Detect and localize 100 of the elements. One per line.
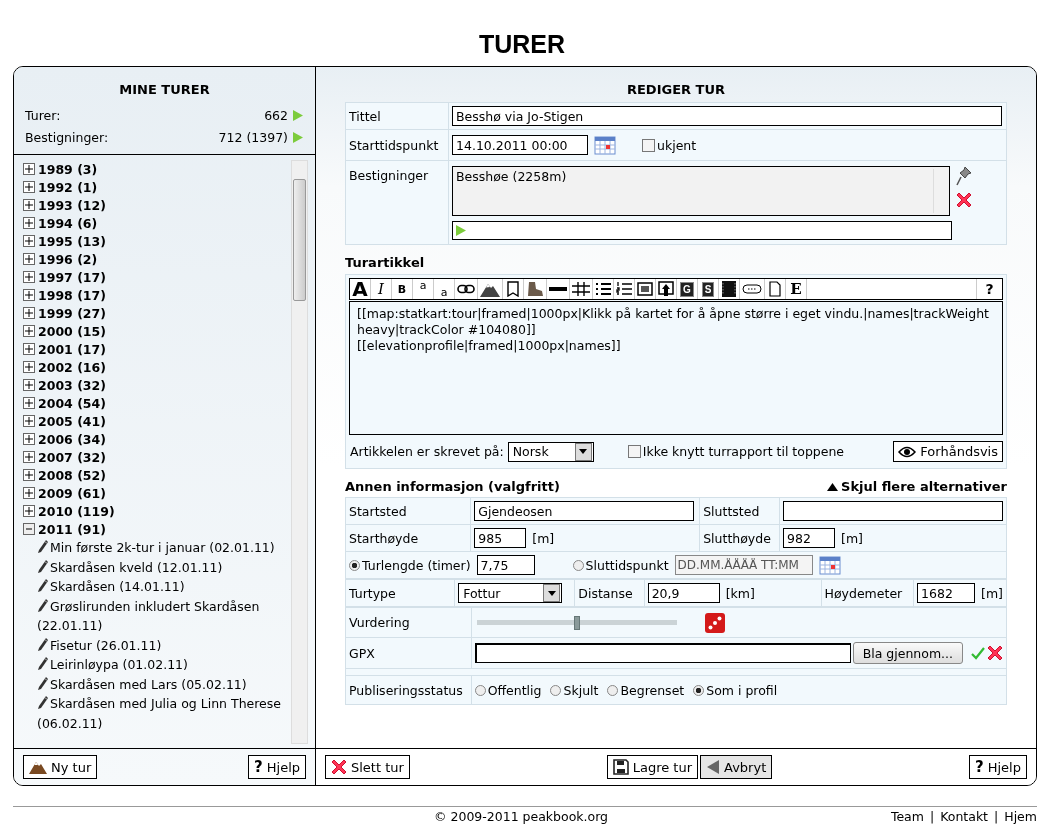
cancel-button[interactable]: Avbryt [700,755,773,779]
help-button[interactable]: ? Hjelp [248,755,306,779]
expand-icon[interactable] [23,271,35,283]
calendar-icon[interactable] [818,555,841,575]
expand-icon[interactable] [23,199,35,211]
tour-link[interactable]: Grøslirunden inkludert Skardåsen (22.01.11) [37,596,291,636]
year-item[interactable]: 2009 (61) [38,485,106,501]
expand-icon[interactable] [23,181,35,193]
year-item[interactable]: 2010 (119) [38,503,115,519]
year-item[interactable]: 2003 (32) [38,377,106,393]
year-item[interactable]: 2007 (32) [38,449,106,465]
year-item[interactable]: 2002 (16) [38,359,106,375]
expand-icon[interactable] [23,343,35,355]
distance-field[interactable]: 20,9 [647,583,720,603]
toolbar-button[interactable]: a [434,279,455,299]
title-field[interactable]: Besshø via Jo-Stigen [452,106,1002,126]
radio-button[interactable] [607,684,619,696]
expand-icon[interactable] [23,235,35,247]
hide-options-link[interactable]: Skjul flere alternativer [827,479,1007,494]
tour-link[interactable]: Leirinløypa (01.02.11) [37,655,291,675]
calendar-icon[interactable] [594,135,616,155]
radio-button[interactable] [572,559,584,571]
year-item[interactable]: 2011 (91) [38,521,106,537]
pin-icon[interactable] [956,165,972,186]
summits-list[interactable]: Besshøe (2258m) [452,165,950,216]
expand-icon[interactable] [23,487,35,499]
tour-link[interactable]: Fisetur (26.01.11) [37,635,291,655]
new-tour-button[interactable]: Ny tur [23,755,98,779]
expand-icon[interactable] [23,163,35,175]
year-item[interactable]: 2004 (54) [38,395,106,411]
delete-tour-button[interactable]: Slett tur [325,755,410,779]
toolbar-button[interactable] [635,279,656,299]
year-item[interactable]: 1995 (13) [38,233,106,249]
tour-link[interactable]: Skardåsen kveld (12.01.11) [37,557,291,577]
expand-icon[interactable] [23,217,35,229]
radio-button[interactable] [349,559,360,571]
toolbar-button[interactable]: B [392,279,413,299]
start-altitude-field[interactable]: 985 [474,528,527,548]
expand-icon[interactable] [23,505,35,517]
year-item[interactable]: 2001 (17) [38,341,106,357]
delete-icon[interactable] [956,191,972,208]
year-item[interactable]: 1994 (6) [38,215,98,231]
tour-link[interactable]: Skardåsen (14.01.11) [37,577,291,597]
scrollbar[interactable] [291,160,308,744]
year-item[interactable]: 2008 (52) [38,467,106,483]
expand-icon[interactable] [23,289,35,301]
end-altitude-field[interactable]: 982 [783,528,835,548]
toolbar-button[interactable] [656,279,677,299]
toolbar-button[interactable] [614,279,635,299]
summit-search-field[interactable] [452,220,952,240]
toolbar-button[interactable] [478,279,503,299]
toolbar-button[interactable]: a [413,279,434,299]
tour-link[interactable]: Min første 2k-tur i januar (02.01.11) [37,538,291,558]
summit-item[interactable]: Besshøe (2258m) [456,168,567,213]
year-item[interactable]: 1989 (3) [38,161,98,177]
year-item[interactable]: 1997 (17) [38,269,106,285]
checkbox[interactable] [627,445,641,458]
expand-icon[interactable] [23,415,35,427]
check-icon[interactable] [971,646,985,660]
preview-button[interactable]: Forhåndsvis [893,441,1003,462]
radio-button[interactable] [550,684,562,696]
toolbar-button[interactable]: ? [976,279,1002,299]
toolbar-button[interactable] [740,279,765,299]
delete-icon[interactable] [987,645,1003,661]
help-button[interactable]: ? Hjelp [969,755,1027,779]
language-select[interactable]: Norsk [507,441,594,462]
year-item[interactable]: 1999 (27) [38,305,106,321]
save-tour-button[interactable]: Lagre tur [606,755,698,779]
year-item[interactable]: 2005 (41) [38,413,106,429]
ascent-field[interactable]: 1682 [917,583,976,603]
year-item[interactable]: 1993 (12) [38,197,106,213]
expand-icon[interactable] [23,361,35,373]
tour-link[interactable]: Skardåsen med Julia og Linn Therese (06.02.11) [37,694,291,733]
toolbar-button[interactable] [593,279,614,299]
collapse-icon[interactable] [23,523,35,535]
expand-icon[interactable] [23,397,35,409]
toolbar-button[interactable]: I [371,279,392,299]
duration-field[interactable]: 7,75 [476,555,535,575]
toolbar-button[interactable]: E [786,279,807,299]
tour-link[interactable]: Skardåsen med Lars (05.02.11) [37,674,291,694]
footer-link[interactable]: Team [890,809,924,824]
checkbox[interactable] [642,138,655,152]
toolbar-button[interactable] [547,279,570,299]
year-item[interactable]: 1992 (1) [38,179,98,195]
toolbar-button[interactable] [455,279,478,299]
expand-icon[interactable] [23,433,35,445]
toolbar-button[interactable]: A [350,279,371,299]
expand-icon[interactable] [23,253,35,265]
year-item[interactable]: 2000 (15) [38,323,106,339]
expand-icon[interactable] [23,325,35,337]
radio-button[interactable] [693,684,705,696]
gpx-file-field[interactable] [474,643,851,663]
expand-icon[interactable] [23,469,35,481]
radio-button[interactable] [474,684,486,696]
year-item[interactable]: 1996 (2) [38,251,98,267]
slider-thumb[interactable] [573,615,580,630]
dice-icon[interactable] [704,612,725,633]
tour-type-select[interactable]: Fottur [458,583,563,603]
toolbar-button[interactable] [719,279,740,299]
expand-icon[interactable] [23,307,35,319]
